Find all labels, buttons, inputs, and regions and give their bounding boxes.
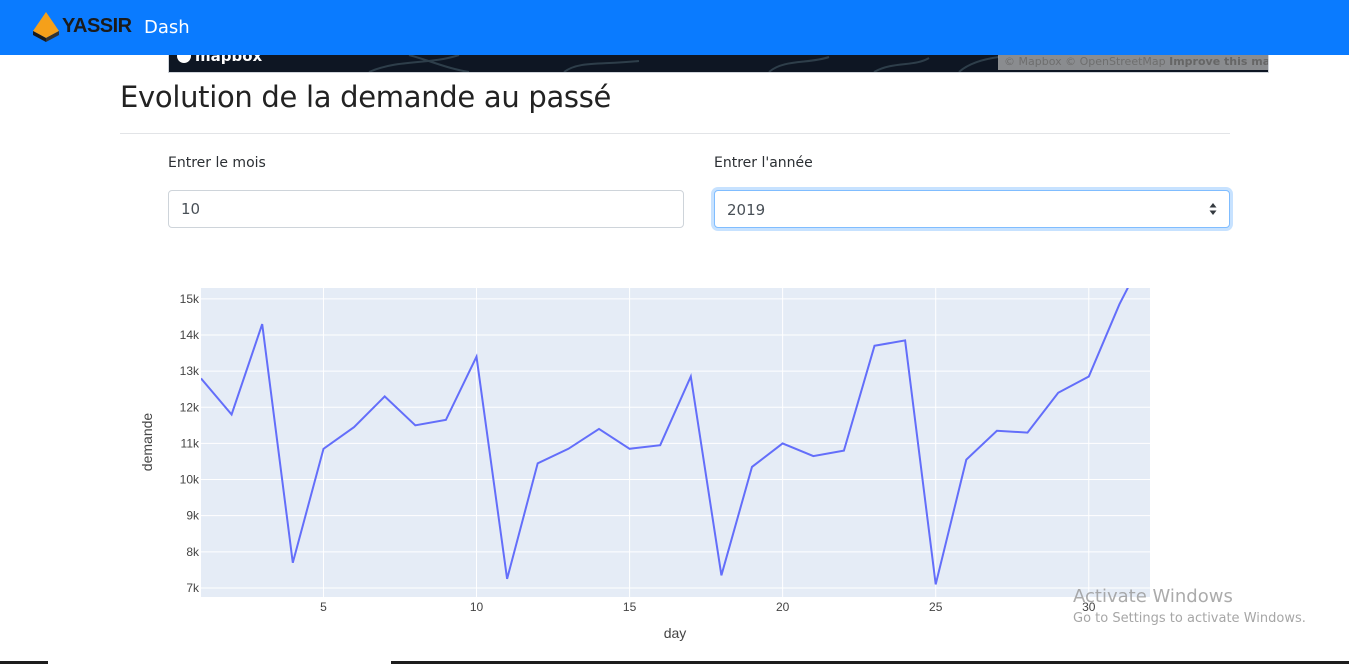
x-axis-title: day	[664, 625, 687, 641]
improve-map-link[interactable]: Improve this map	[1169, 55, 1268, 68]
month-label: Entrer le mois	[168, 155, 266, 171]
y-tick-label: 14k	[180, 328, 200, 342]
year-select-value: 2019	[727, 201, 766, 219]
x-tick-label: 15	[623, 600, 637, 614]
x-axis-ticks: 5 10 15 20 25 30	[320, 600, 1096, 614]
x-tick-label: 25	[929, 600, 943, 614]
y-tick-label: 10k	[180, 473, 200, 487]
brand-name[interactable]: YASSIR	[62, 15, 132, 38]
y-axis-title: demande	[139, 413, 155, 472]
map-roads	[368, 55, 999, 72]
top-navbar: YASSIR Dash	[0, 0, 1349, 55]
y-tick-label: 13k	[180, 364, 200, 378]
month-input[interactable]	[168, 190, 684, 228]
y-tick-label: 7k	[186, 581, 200, 595]
map-attribution: © Mapbox © OpenStreetMap Improve this ma…	[998, 55, 1268, 70]
app-name[interactable]: Dash	[144, 17, 190, 38]
year-select[interactable]: 2019	[714, 190, 1230, 228]
plot-area	[201, 288, 1150, 597]
year-label: Entrer l'année	[714, 155, 813, 171]
mapbox-logo-text: mapbox	[195, 55, 263, 65]
y-tick-label: 9k	[186, 509, 200, 523]
x-tick-label: 5	[320, 600, 327, 614]
y-tick-label: 12k	[180, 400, 200, 414]
mapbox-attribution-link[interactable]: © Mapbox	[1004, 55, 1062, 68]
activate-windows-title: Activate Windows	[1073, 586, 1233, 607]
mapbox-icon	[177, 55, 191, 63]
divider	[120, 133, 1230, 134]
y-tick-label: 15k	[180, 292, 200, 306]
activate-windows-subtitle: Go to Settings to activate Windows.	[1073, 611, 1306, 626]
y-tick-label: 8k	[186, 545, 200, 559]
x-tick-label: 20	[776, 600, 790, 614]
y-tick-label: 11k	[181, 436, 200, 450]
osm-attribution-link[interactable]: © OpenStreetMap	[1065, 55, 1166, 68]
yassir-logo-icon[interactable]	[31, 11, 61, 43]
select-caret-icon	[1209, 203, 1217, 215]
y-axis-ticks: 7k 8k 9k 10k 11k 12k 13k 14k 15k	[180, 292, 200, 595]
x-tick-label: 10	[470, 600, 484, 614]
page-title: Evolution de la demande au passé	[120, 80, 612, 114]
mapbox-logo[interactable]: mapbox	[177, 55, 262, 65]
map-view[interactable]: mapbox © Mapbox © OpenStreetMap Improve …	[168, 55, 1269, 73]
